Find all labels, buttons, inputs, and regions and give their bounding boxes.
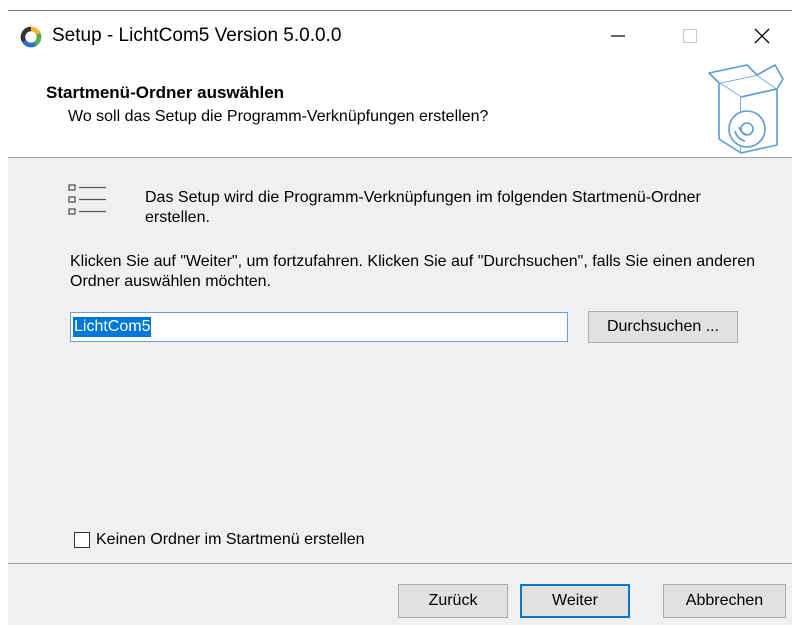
folder-name-input[interactable]: LichtCom5 <box>70 312 568 342</box>
browse-button[interactable]: Durchsuchen ... <box>588 311 738 343</box>
window-title: Setup - LichtCom5 Version 5.0.0.0 <box>52 25 342 46</box>
wizard-header: Startmenü-Ordner auswählen Wo soll das S… <box>8 61 792 158</box>
back-button[interactable]: Zurück <box>398 584 508 618</box>
maximize-icon <box>683 29 697 43</box>
close-button[interactable] <box>732 11 792 61</box>
setup-window: Setup - LichtCom5 Version 5.0.0.0 Startm… <box>8 10 792 625</box>
software-box-disc-icon <box>708 64 784 154</box>
minimize-button[interactable] <box>588 11 648 61</box>
page-title: Startmenü-Ordner auswählen <box>46 83 285 102</box>
wizard-content: Das Setup wird die Programm-Verknüpfunge… <box>8 158 792 563</box>
footer-divider <box>8 563 792 564</box>
next-button[interactable]: Weiter <box>520 584 630 618</box>
list-icon <box>68 184 106 215</box>
close-icon <box>754 28 770 44</box>
title-bar[interactable]: Setup - LichtCom5 Version 5.0.0.0 <box>8 11 792 61</box>
intro-text: Das Setup wird die Programm-Verknüpfunge… <box>145 189 701 226</box>
page-subtitle: Wo soll das Setup die Programm-Verknüpfu… <box>68 108 489 125</box>
folder-name-value: LichtCom5 <box>73 317 152 337</box>
maximize-button[interactable] <box>660 11 720 61</box>
minimize-icon <box>611 35 625 37</box>
no-folder-label[interactable]: Keinen Ordner im Startmenü erstellen <box>96 531 365 549</box>
info-text: Klicken Sie auf "Weiter", um fortzufahre… <box>70 253 755 290</box>
cancel-button[interactable]: Abbrechen <box>663 584 786 618</box>
setup-ring-icon <box>20 26 42 48</box>
no-folder-checkbox[interactable] <box>74 532 90 548</box>
